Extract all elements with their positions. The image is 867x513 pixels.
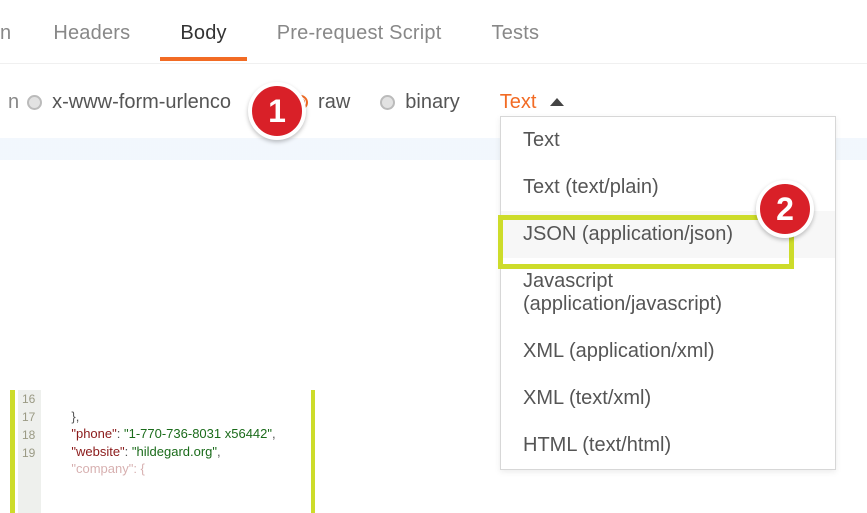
code-token: , [272, 426, 276, 441]
code-left-marker [10, 390, 15, 513]
radio-label: binary [405, 91, 459, 114]
content-type-label: Text [500, 91, 537, 114]
code-token: "1-770-736-8031 x56442" [124, 426, 272, 441]
code-token: "phone" [71, 426, 116, 441]
radio-form-urlencoded[interactable]: x-www-form-urlenco [27, 91, 231, 114]
code-token: : [117, 426, 124, 441]
code-token: : [125, 444, 132, 459]
content-type-dropdown-trigger[interactable]: Text [500, 91, 565, 114]
code-token: }, [71, 409, 79, 424]
tab-body[interactable]: Body [160, 22, 246, 61]
code-right-marker [311, 390, 315, 513]
dropdown-item-xml-app[interactable]: XML (application/xml) [501, 328, 835, 375]
tab-partial[interactable]: n [0, 22, 23, 61]
content-type-dropdown: Text Text (text/plain) JSON (application… [500, 116, 836, 470]
line-number: 19 [22, 444, 35, 462]
code-token: "hildegard.org" [132, 444, 217, 459]
code-editor-snippet: 16 17 18 19 }, "phone": "1-770-736-8031 … [10, 390, 276, 513]
tab-prerequest[interactable]: Pre-request Script [257, 22, 462, 61]
radio-icon [27, 95, 42, 110]
radio-binary[interactable]: binary [380, 91, 459, 114]
code-gutter: 16 17 18 19 [18, 390, 41, 513]
caret-up-icon [550, 98, 564, 106]
code-token: "website" [71, 444, 124, 459]
dropdown-item-text[interactable]: Text [501, 117, 835, 164]
radio-option-truncated[interactable]: n [8, 91, 19, 114]
request-tabs: n Headers Body Pre-request Script Tests [0, 20, 867, 64]
tab-headers[interactable]: Headers [33, 22, 150, 61]
line-number: 17 [22, 408, 35, 426]
radio-label: x-www-form-urlenco [52, 91, 231, 114]
code-token: "company": { [71, 461, 145, 476]
code-token: , [217, 444, 221, 459]
tab-tests[interactable]: Tests [472, 22, 560, 61]
dropdown-item-html[interactable]: HTML (text/html) [501, 422, 835, 469]
radio-label: raw [318, 91, 350, 114]
radio-icon [380, 95, 395, 110]
annotation-badge-1: 1 [248, 82, 306, 140]
dropdown-item-javascript[interactable]: Javascript (application/javascript) [501, 258, 835, 328]
line-number: 16 [22, 390, 35, 408]
dropdown-item-xml-text[interactable]: XML (text/xml) [501, 375, 835, 422]
line-number: 18 [22, 426, 35, 444]
annotation-badge-2: 2 [756, 180, 814, 238]
code-content[interactable]: }, "phone": "1-770-736-8031 x56442", "we… [41, 390, 275, 513]
